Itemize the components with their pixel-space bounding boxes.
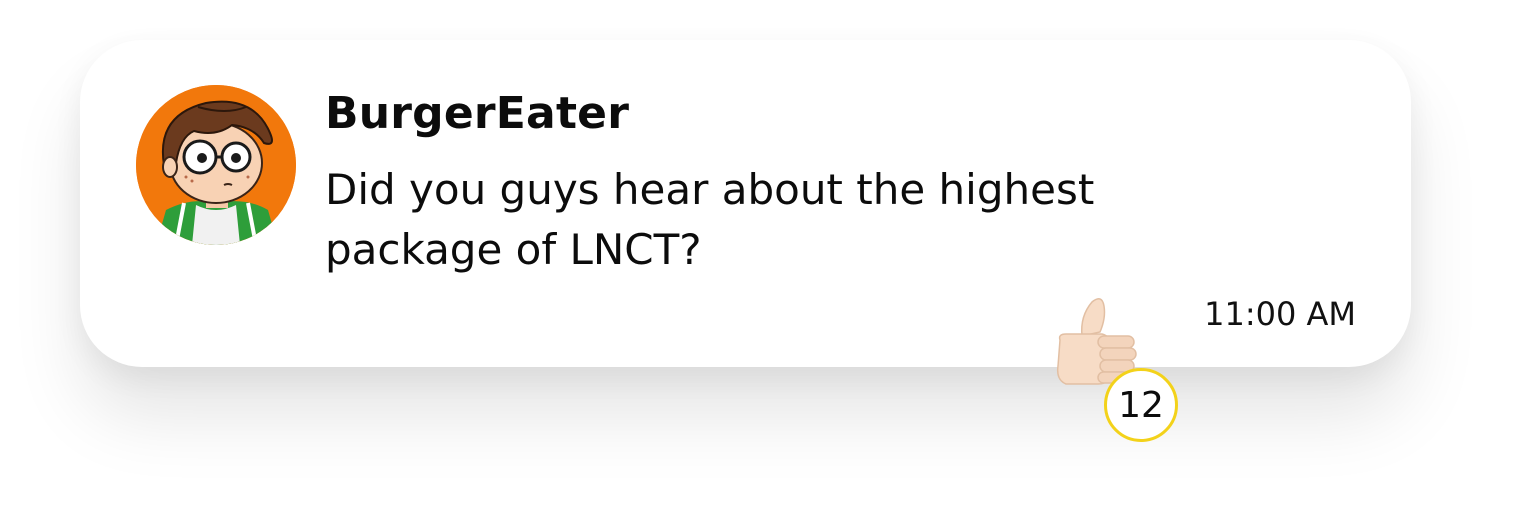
- cartoon-boy-glasses-avatar-icon: [136, 85, 296, 245]
- message-timestamp: 11:00 AM: [1204, 295, 1356, 333]
- message-text: Did you guys hear about the highest pack…: [325, 165, 1095, 274]
- username[interactable]: BurgerEater: [325, 88, 629, 139]
- avatar[interactable]: [136, 85, 296, 245]
- chat-stage: BurgerEater Did you guys hear about the …: [0, 0, 1519, 515]
- message-card[interactable]: BurgerEater Did you guys hear about the …: [80, 40, 1411, 367]
- reaction-thumbs-up[interactable]: 12: [1052, 296, 1192, 451]
- reaction-count-badge: 12: [1104, 368, 1178, 442]
